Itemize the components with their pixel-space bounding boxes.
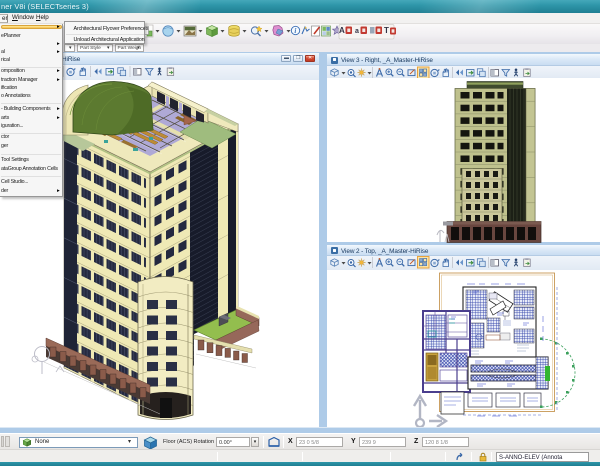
svg-text:i: i [294,27,296,35]
svg-text:a: a [355,28,359,35]
svg-text:A: A [339,26,345,35]
svg-text:T: T [384,26,389,35]
